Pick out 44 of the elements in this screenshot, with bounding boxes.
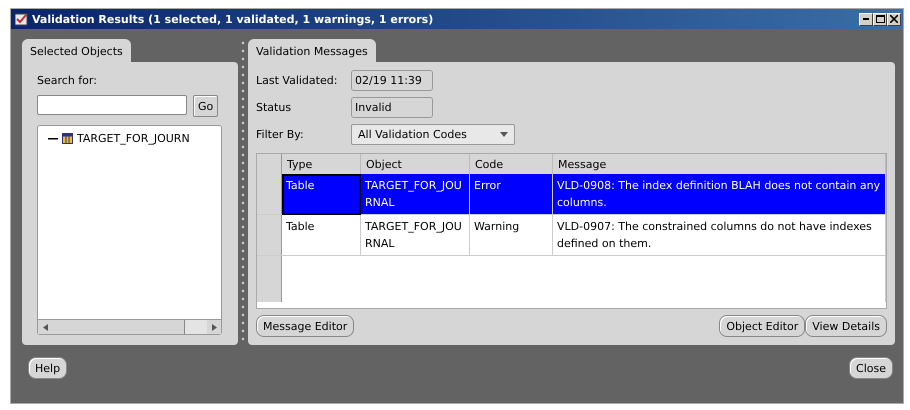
table-cell: VLD-0908: The index definition BLAH does not contain any columns. — [552, 174, 886, 214]
table-cell: Table — [282, 174, 360, 214]
panel-tab[interactable]: Validation Messages — [248, 39, 376, 62]
tree-item[interactable]: TARGET_FOR_JOURN — [77, 132, 190, 145]
scroll-right-icon[interactable] — [212, 324, 216, 330]
horizontal-scrollbar[interactable] — [38, 319, 221, 334]
table-icon — [62, 133, 73, 144]
scroll-left-icon[interactable] — [42, 324, 48, 330]
column-header[interactable]: Message — [552, 154, 886, 174]
help-button[interactable]: Help — [28, 357, 68, 379]
object-editor-button[interactable]: Object Editor — [719, 315, 806, 337]
last-validated-label: Last Validated: — [256, 74, 338, 87]
close-icon — [890, 15, 898, 23]
go-button[interactable]: Go — [193, 95, 218, 117]
minimize-button[interactable] — [859, 12, 873, 26]
panel-tab[interactable]: Selected Objects — [22, 39, 131, 62]
window-title: Validation Results (1 selected, 1 validated, 1 warnings, 1 errors) — [32, 12, 434, 26]
table-cell: VLD-0907: The constrained columns do not have indexes defined on them. — [552, 214, 886, 256]
table-row[interactable]: Table TARGET_FOR_JOURNAL Warning VLD-0907: The constrained columns do not have indexes defined on them. — [257, 214, 886, 256]
filter-dropdown[interactable]: All Validation Codes — [351, 124, 515, 145]
close-button[interactable]: Close — [849, 357, 893, 379]
search-label: Search for: — [37, 74, 98, 87]
filter-label: Filter By: — [256, 128, 304, 141]
table-cell: Table — [282, 214, 360, 256]
caret-icon — [500, 132, 508, 137]
column-header[interactable]: Type — [282, 154, 360, 174]
status-field: Invalid — [351, 97, 433, 118]
close-button[interactable] — [887, 12, 901, 26]
table-cell: TARGET_FOR_JOURNAL — [360, 214, 470, 256]
table-cell: Warning — [470, 214, 552, 256]
maximize-button[interactable] — [873, 12, 887, 26]
column-header[interactable]: Object — [360, 154, 470, 174]
column-header[interactable]: Code — [470, 154, 552, 174]
search-field[interactable] — [37, 95, 187, 115]
table-row[interactable]: Table TARGET_FOR_JOURNAL Error VLD-0908: The index definition BLAH does not contain any columns. — [257, 174, 886, 214]
maximize-icon — [876, 15, 884, 23]
last-validated-field: 02/19 11:39 — [351, 70, 433, 91]
table-cell: Error — [470, 174, 552, 214]
status-label: Status — [256, 101, 292, 114]
table-cell: TARGET_FOR_JOURNAL — [360, 174, 470, 214]
message-editor-button[interactable]: Message Editor — [256, 315, 354, 337]
app-icon — [15, 12, 28, 26]
view-details-button[interactable]: View Details — [805, 315, 887, 337]
minimize-icon — [863, 18, 869, 20]
